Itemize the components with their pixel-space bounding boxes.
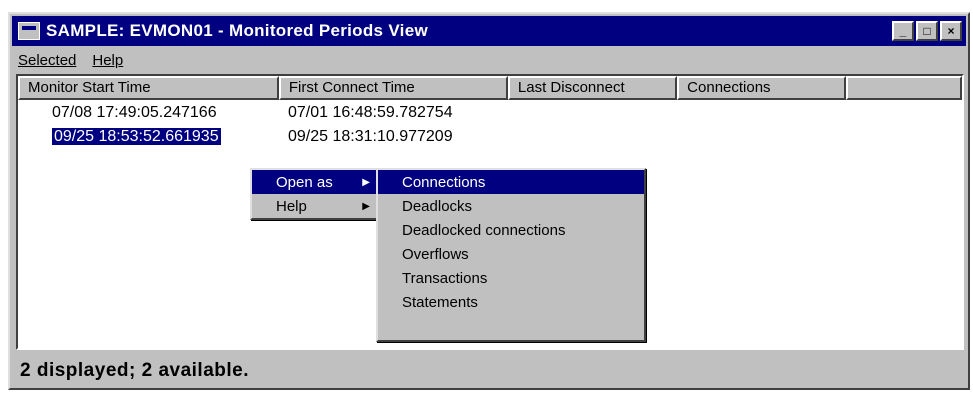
cell-monitor-start-time: 09/25 18:53:52.661935 xyxy=(52,128,221,145)
submenu-arrow-icon: ▶ xyxy=(362,200,370,212)
submenu-item-statements[interactable]: Statements xyxy=(378,290,644,314)
app-icon[interactable] xyxy=(18,22,40,40)
submenu-arrow-icon: ▶ xyxy=(362,176,370,188)
submenu-item-connections[interactable]: Connections xyxy=(378,170,644,194)
submenu-item-deadlocks[interactable]: Deadlocks xyxy=(378,194,644,218)
column-connections[interactable]: Connections xyxy=(677,76,847,100)
table-row-selected[interactable]: 09/25 18:53:52.661935 09/25 18:31:10.977… xyxy=(18,126,510,148)
list-header: Monitor Start Time First Connect Time La… xyxy=(18,76,962,100)
menu-help[interactable]: Help xyxy=(92,52,123,69)
status-bar: 2 displayed; 2 available. xyxy=(12,356,966,386)
column-monitor-start-time[interactable]: Monitor Start Time xyxy=(18,76,279,100)
status-text: 2 displayed; 2 available. xyxy=(20,360,249,381)
cell-first-connect-time: 09/25 18:31:10.977209 xyxy=(288,128,453,145)
context-item-help[interactable]: Help ▶ xyxy=(252,194,378,218)
window-title: SAMPLE: EVMON01 - Monitored Periods View xyxy=(46,21,428,40)
close-button[interactable]: × xyxy=(940,21,962,41)
context-item-open-as-label: Open as xyxy=(276,173,333,191)
monitored-periods-window: SAMPLE: EVMON01 - Monitored Periods View… xyxy=(8,12,970,390)
column-first-connect-time[interactable]: First Connect Time xyxy=(278,76,508,100)
open-as-submenu: Connections Deadlocks Deadlocked connect… xyxy=(376,168,646,342)
submenu-item-deadlocked-connections[interactable]: Deadlocked connections xyxy=(378,218,644,242)
context-item-open-as[interactable]: Open as ▶ xyxy=(252,170,378,194)
window-controls: _ □ × xyxy=(892,21,962,41)
cell-monitor-start-time: 07/08 17:49:05.247166 xyxy=(52,104,217,121)
submenu-item-overflows[interactable]: Overflows xyxy=(378,242,644,266)
minimize-button[interactable]: _ xyxy=(892,21,914,41)
submenu-item-transactions[interactable]: Transactions xyxy=(378,266,644,290)
menu-bar: Selected Help xyxy=(12,48,966,72)
cell-first-connect-time: 07/01 16:48:59.782754 xyxy=(288,104,453,121)
column-last-disconnect[interactable]: Last Disconnect xyxy=(507,76,678,100)
maximize-button[interactable]: □ xyxy=(916,21,938,41)
context-item-help-label: Help xyxy=(276,197,307,215)
title-bar[interactable]: SAMPLE: EVMON01 - Monitored Periods View… xyxy=(12,16,966,46)
table-row[interactable]: 07/08 17:49:05.247166 07/01 16:48:59.782… xyxy=(18,102,510,124)
context-menu: Open as ▶ Help ▶ xyxy=(250,168,380,220)
menu-selected[interactable]: Selected xyxy=(18,52,76,69)
column-empty xyxy=(846,76,962,100)
